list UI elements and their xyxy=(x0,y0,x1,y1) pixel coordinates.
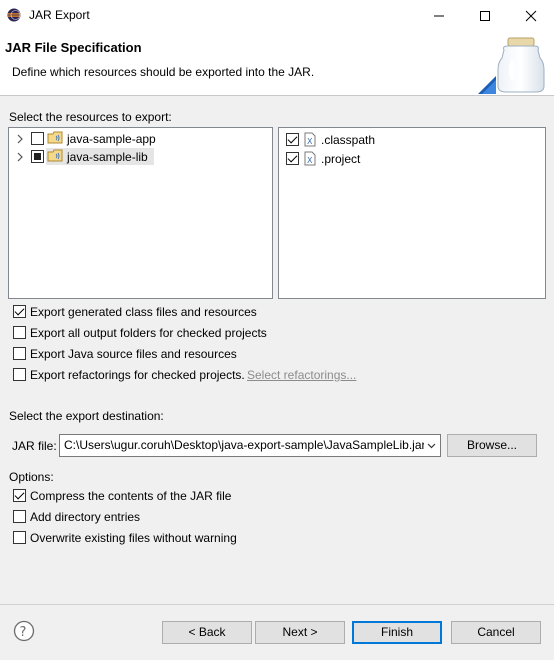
export-java-source-checkbox[interactable] xyxy=(13,347,26,360)
chevron-right-icon[interactable] xyxy=(16,151,24,163)
export-output-folders-checkbox[interactable] xyxy=(13,326,26,339)
xml-file-icon: X xyxy=(304,132,316,147)
footer-separator xyxy=(0,604,554,605)
destination-label: Select the export destination: xyxy=(9,409,164,423)
options-label: Options: xyxy=(9,470,54,484)
file-list[interactable]: X .classpath X .project xyxy=(278,127,546,299)
file-item-project[interactable]: X .project xyxy=(279,150,545,168)
java-project-icon xyxy=(47,149,63,162)
select-refactorings-link[interactable]: Select refactorings... xyxy=(247,368,356,382)
tree-item-java-sample-lib[interactable]: java-sample-lib xyxy=(9,148,272,166)
svg-text:X: X xyxy=(307,137,313,146)
maximize-button[interactable] xyxy=(462,0,508,30)
page-title: JAR File Specification xyxy=(5,40,142,55)
file-checkbox[interactable] xyxy=(286,152,299,165)
wizard-header: JAR File Specification Define which reso… xyxy=(0,30,554,96)
window-title: JAR Export xyxy=(29,8,90,22)
option-label: Export generated class files and resourc… xyxy=(30,305,257,319)
tree-item-label: java-sample-app xyxy=(67,132,156,146)
svg-text:X: X xyxy=(307,156,313,165)
back-button[interactable]: < Back xyxy=(162,621,252,644)
xml-file-icon: X xyxy=(304,151,316,166)
minimize-icon xyxy=(434,15,444,17)
export-generated-class-checkbox[interactable] xyxy=(13,305,26,318)
option-label: Overwrite existing files without warning xyxy=(30,531,237,545)
close-icon xyxy=(525,10,537,22)
option-label: Add directory entries xyxy=(30,510,141,524)
file-checkbox[interactable] xyxy=(286,133,299,146)
maximize-icon xyxy=(480,11,490,21)
tree-item-java-sample-app[interactable]: java-sample-app xyxy=(9,130,272,148)
jar-wizard-icon xyxy=(478,37,545,94)
chevron-down-icon[interactable] xyxy=(427,443,436,449)
jar-file-combo[interactable]: C:\Users\ugur.coruh\Desktop\java-export-… xyxy=(59,434,441,457)
page-description: Define which resources should be exporte… xyxy=(12,65,315,79)
project-checkbox[interactable] xyxy=(31,150,44,163)
window-titlebar: JAR Export xyxy=(0,0,554,30)
file-item-label: .project xyxy=(321,152,361,166)
file-item-label: .classpath xyxy=(321,133,376,147)
option-label: Compress the contents of the JAR file xyxy=(30,489,232,503)
tree-item-label: java-sample-lib xyxy=(67,150,148,164)
project-tree[interactable]: java-sample-app java-sample-lib xyxy=(8,127,273,299)
svg-text:?: ? xyxy=(20,625,27,640)
next-button[interactable]: Next > xyxy=(255,621,345,644)
jar-file-value: C:\Users\ugur.coruh\Desktop\java-export-… xyxy=(64,438,424,452)
cancel-button[interactable]: Cancel xyxy=(451,621,541,644)
help-icon[interactable]: ? xyxy=(13,620,35,642)
option-label: Export Java source files and resources xyxy=(30,347,237,361)
export-refactorings-checkbox[interactable] xyxy=(13,368,26,381)
browse-button[interactable]: Browse... xyxy=(447,434,537,457)
resources-label: Select the resources to export: xyxy=(9,110,172,124)
option-label: Export refactorings for checked projects… xyxy=(30,368,245,382)
java-project-icon xyxy=(47,131,63,144)
finish-button[interactable]: Finish xyxy=(352,621,442,644)
minimize-button[interactable] xyxy=(416,0,462,30)
file-item-classpath[interactable]: X .classpath xyxy=(279,131,545,149)
eclipse-icon xyxy=(7,8,21,22)
jar-file-label: JAR file: xyxy=(12,439,57,453)
directory-entries-checkbox[interactable] xyxy=(13,510,26,523)
chevron-right-icon[interactable] xyxy=(16,133,24,145)
project-checkbox[interactable] xyxy=(31,132,44,145)
option-label: Export all output folders for checked pr… xyxy=(30,326,267,340)
compress-checkbox[interactable] xyxy=(13,489,26,502)
overwrite-checkbox[interactable] xyxy=(13,531,26,544)
close-button[interactable] xyxy=(508,0,554,30)
